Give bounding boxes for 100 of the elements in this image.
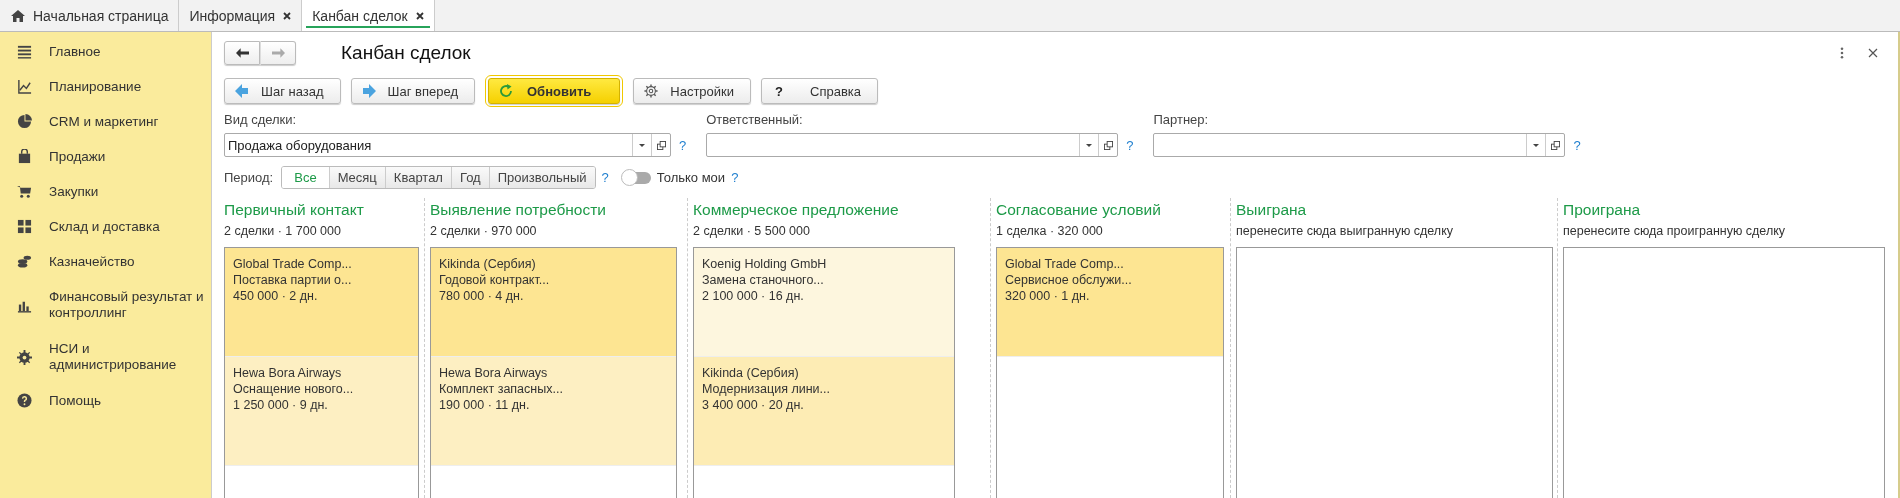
- menu-icon: [17, 44, 32, 59]
- deal-amount: 3 400 000 · 20 дн.: [702, 397, 805, 413]
- column-title: Коммерческое предложение: [693, 201, 900, 219]
- more-icon[interactable]: [1840, 47, 1844, 59]
- tab[interactable]: Канбан сделок: [302, 0, 435, 31]
- sidebar-item[interactable]: Склад и доставка: [0, 209, 211, 244]
- bag-icon: [17, 149, 32, 164]
- deal-name: Оснащение нового...: [233, 381, 355, 397]
- deal-name: Сервисное обслужи...: [1005, 272, 1133, 288]
- close-icon[interactable]: [415, 11, 424, 20]
- deal-amount: 780 000 · 4 дн.: [439, 288, 525, 304]
- help-link[interactable]: ?: [601, 170, 609, 185]
- open-icon[interactable]: [1103, 140, 1113, 150]
- chart-icon: [17, 79, 32, 94]
- arrow-left-icon: [235, 84, 249, 98]
- deal-card[interactable]: Hewa Bora Airways Оснащение нового... 1 250 000 · 9 дн.: [225, 357, 418, 466]
- period-option[interactable]: Месяц: [329, 167, 386, 188]
- open-icon[interactable]: [656, 140, 666, 150]
- deal-card[interactable]: Kikinda (Сербия) Годовой контракт... 780 000 · 4 дн.: [431, 248, 676, 357]
- close-icon[interactable]: [1868, 48, 1878, 58]
- select-field[interactable]: [706, 133, 1119, 157]
- cart-icon: [17, 184, 32, 199]
- period-option[interactable]: Квартал: [385, 167, 452, 188]
- deal-amount: 2 100 000 · 16 дн.: [702, 288, 805, 304]
- deal-card[interactable]: Global Trade Comp... Сервисное обслужи... 320 000 · 1 дн.: [997, 248, 1223, 357]
- select-field[interactable]: [1153, 133, 1566, 157]
- sidebar-item[interactable]: Помощь: [0, 383, 211, 418]
- deal-amount: 320 000 · 1 дн.: [1005, 288, 1091, 304]
- sidebar-item[interactable]: Продажи: [0, 139, 211, 174]
- period-label: Период:: [224, 170, 274, 185]
- sidebar-item[interactable]: Закупки: [0, 174, 211, 209]
- select-field[interactable]: Продажа оборудования: [224, 133, 671, 157]
- deal-card[interactable]: Koenig Holding GmbH Замена станочного... 2 100 000 · 16 дн.: [694, 248, 954, 357]
- deal-card[interactable]: Hewa Bora Airways Комплект запасных... 190 000 · 11 дн.: [431, 357, 676, 466]
- arrow-right-icon: [361, 84, 376, 98]
- deal-card[interactable]: Global Trade Comp... Поставка партии о... 450 000 · 2 дн.: [225, 248, 418, 357]
- help-link[interactable]: ?: [1573, 137, 1581, 153]
- caret-icon[interactable]: [1086, 143, 1093, 147]
- column-title: Выиграна: [1236, 201, 1308, 219]
- back-button[interactable]: [224, 41, 260, 65]
- toggle-switch[interactable]: [622, 171, 651, 184]
- period-option[interactable]: Произвольный: [489, 167, 595, 188]
- company-name: Kikinda (Сербия): [702, 365, 800, 381]
- deal-name: Годовой контракт...: [439, 272, 551, 288]
- question-icon: ?: [772, 83, 786, 99]
- company-name: Global Trade Comp...: [1005, 256, 1125, 272]
- form-title: Канбан сделок: [341, 42, 471, 64]
- deal-card[interactable]: Kikinda (Сербия) Модернизация лини... 3 400 000 · 20 дн.: [694, 357, 954, 466]
- sidebar-item[interactable]: Казначейство: [0, 244, 211, 279]
- company-name: Hewa Bora Airways: [233, 365, 343, 381]
- gear-icon: [17, 349, 32, 365]
- sidebar-item[interactable]: НСИ и администрирование: [0, 331, 211, 383]
- deal-name: Поставка партии о...: [233, 272, 353, 288]
- caret-icon[interactable]: [639, 143, 645, 147]
- grid-icon: [17, 219, 32, 234]
- company-name: Kikinda (Сербия): [439, 256, 537, 272]
- period-option[interactable]: Все: [282, 167, 330, 188]
- period-option[interactable]: Год: [451, 167, 490, 188]
- column-title: Первичный контакт: [224, 201, 365, 219]
- pie-chart-icon: [17, 114, 32, 129]
- back-button[interactable]: Шаг назад: [224, 78, 341, 104]
- toggle-label: Только мои: [656, 170, 726, 185]
- close-icon[interactable]: [283, 11, 292, 20]
- help-link[interactable]: ?: [1126, 137, 1134, 153]
- field-label: Партнер:: [1153, 112, 1210, 127]
- column-summary: 2 сделки · 970 000: [430, 224, 538, 238]
- sidebar-item[interactable]: Финансовый результат и контроллинг: [0, 279, 211, 331]
- company-name: Koenig Holding GmbH: [702, 256, 828, 272]
- sidebar-item[interactable]: Планирование: [0, 69, 211, 104]
- column-summary: перенесите сюда проигранную сделку: [1563, 224, 1787, 238]
- refresh-icon: [499, 84, 513, 98]
- refresh-button[interactable]: Обновить: [488, 78, 621, 104]
- column-summary: перенесите сюда выигранную сделку: [1236, 224, 1454, 238]
- field-label: Ответственный:: [706, 112, 804, 127]
- open-icon[interactable]: [1550, 140, 1560, 150]
- deal-name: Комплект запасных...: [439, 381, 564, 397]
- help-link[interactable]: ?: [731, 170, 739, 185]
- column-title: Выявление потребности: [430, 201, 607, 219]
- column-title: Согласование условий: [996, 201, 1162, 219]
- settings-button[interactable]: Настройки: [633, 78, 751, 104]
- forward-button[interactable]: Шаг вперед: [350, 78, 475, 104]
- help-icon: [17, 393, 32, 408]
- caret-icon[interactable]: [1533, 143, 1540, 147]
- sidebar-item[interactable]: CRM и маркетинг: [0, 104, 211, 139]
- company-name: Global Trade Comp...: [233, 256, 353, 272]
- sidebar-item[interactable]: Главное: [0, 34, 211, 69]
- help-link[interactable]: ?: [679, 137, 687, 153]
- deal-amount: 1 250 000 · 9 дн.: [233, 397, 329, 413]
- tab[interactable]: Начальная страница: [0, 0, 180, 31]
- help-button[interactable]: ? Справка: [761, 78, 878, 104]
- arrow-left-icon: [235, 48, 249, 58]
- arrow-right-icon: [271, 48, 285, 58]
- deal-amount: 450 000 · 2 дн.: [233, 288, 319, 304]
- coins-icon: [17, 254, 32, 269]
- field-label: Вид сделки:: [224, 112, 298, 127]
- deal-name: Модернизация лини...: [702, 381, 831, 397]
- company-name: Hewa Bora Airways: [439, 365, 549, 381]
- column-summary: 2 сделки · 1 700 000: [224, 224, 342, 238]
- home-icon: [11, 9, 25, 22]
- column-title: Проиграна: [1563, 201, 1642, 219]
